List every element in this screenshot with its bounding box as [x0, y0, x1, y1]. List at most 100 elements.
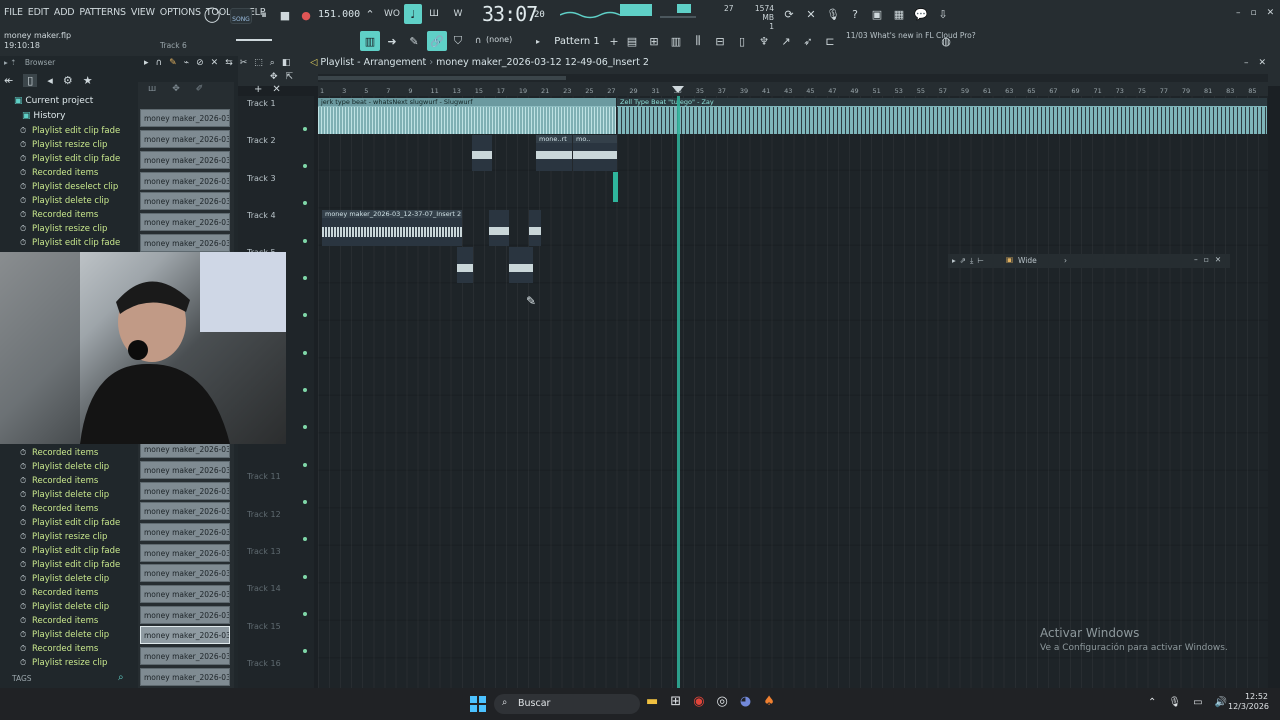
blend-notes-icon[interactable]: Ш — [426, 6, 442, 22]
globe-icon[interactable]: ◍ — [938, 33, 954, 49]
playhead-line[interactable] — [677, 96, 680, 688]
plugin-database-icon[interactable]: ⊟ — [712, 33, 728, 49]
track-label[interactable]: Track 1 — [247, 99, 276, 108]
taskbar-clock[interactable]: 12:52 12/3/2026 — [1228, 692, 1269, 712]
mixer-icon[interactable]: ▦ — [891, 6, 907, 22]
audio-clip-thin[interactable] — [613, 172, 618, 202]
slip-icon[interactable]: ⇆ — [225, 58, 233, 68]
track-label[interactable]: Track 16 — [247, 659, 281, 668]
stamp-icon[interactable]: ⛉ — [450, 33, 466, 49]
link-icon[interactable]: ✕ — [803, 6, 819, 22]
pattern-clip-button[interactable]: money maker_2026-03-... — [140, 585, 230, 603]
add-track-icon[interactable]: + — [254, 84, 262, 95]
history-item[interactable]: Recorded items — [20, 616, 98, 626]
history-item[interactable]: Playlist resize clip — [20, 532, 108, 542]
pattern-clip-button[interactable]: money maker_2026-03-... — [140, 130, 230, 148]
loop-record-icon[interactable]: W — [450, 6, 466, 22]
touch-keyboard-icon[interactable]: ↗ — [778, 33, 794, 49]
piano-roll-icon[interactable]: ▥ — [668, 33, 684, 49]
history-item[interactable]: Playlist resize clip — [20, 140, 108, 150]
scrollbar-thumb[interactable] — [318, 76, 566, 80]
playlist-scrollbar[interactable] — [318, 74, 1268, 82]
pattern-prev-icon[interactable]: ▸ — [530, 33, 546, 49]
audio-clip-small[interactable] — [457, 247, 473, 283]
menu-add[interactable]: ADD — [54, 7, 75, 18]
news-panel[interactable]: 11/03 What's new in FL Cloud Pro? — [846, 31, 976, 41]
history-item[interactable]: Playlist edit clip fade — [20, 560, 120, 570]
history-item[interactable]: Playlist delete clip — [20, 490, 109, 500]
pattern-clip-button[interactable]: money maker_2026-03-... — [140, 461, 230, 479]
delete-icon[interactable]: ⊘ — [196, 58, 204, 68]
save-icon[interactable]: ▣ — [869, 6, 885, 22]
history-item[interactable]: Playlist resize clip — [20, 658, 108, 668]
chrome-icon[interactable]: ◉ — [693, 694, 704, 709]
picker-icon[interactable]: ш — [148, 84, 156, 94]
pattern-clip-button-selected[interactable]: money maker_2026-03-... — [140, 626, 230, 644]
taskbar-search[interactable]: ⌕ Buscar — [494, 694, 640, 714]
pattern-clip-button[interactable]: money maker_2026-03-... — [140, 234, 230, 252]
file-explorer-icon[interactable]: ▬ — [646, 694, 658, 709]
track-mute-led[interactable] — [303, 388, 307, 392]
tree-history[interactable]: ▣ History — [22, 111, 65, 121]
history-item[interactable]: Playlist edit clip fade — [20, 518, 120, 528]
pattern-clip-button[interactable]: money maker_2026-03-... — [140, 564, 230, 582]
pattern-clip-button[interactable]: money maker_2026-03-... — [140, 151, 230, 169]
pattern-clip-button[interactable]: money maker_2026-03-... — [140, 668, 230, 686]
playlist-close-icon[interactable]: ✕ — [1259, 58, 1267, 68]
play-pause-icon[interactable]: ⏸ — [256, 7, 272, 23]
history-item[interactable]: Playlist delete clip — [20, 574, 109, 584]
track-mute-led[interactable] — [303, 649, 307, 653]
tree-current-project[interactable]: ▣ Current project — [14, 96, 93, 106]
magnet-icon[interactable]: ∩ — [470, 33, 486, 49]
pattern-clip-button[interactable]: money maker_2026-03-... — [140, 482, 230, 500]
pencil-small-icon[interactable]: ✐ — [196, 84, 204, 94]
metronome-icon[interactable]: ⌃ — [362, 6, 378, 22]
store-icon[interactable]: ⊞ — [670, 694, 681, 709]
track-mute-led[interactable] — [303, 201, 307, 205]
help-icon[interactable]: ? — [847, 6, 863, 22]
steam-icon[interactable]: ◎ — [717, 694, 728, 709]
history-item[interactable]: Playlist deselect clip — [20, 182, 118, 192]
history-item[interactable]: Playlist delete clip — [20, 630, 109, 640]
track-mute-led[interactable] — [303, 463, 307, 467]
snap-selector[interactable]: (none) — [486, 35, 512, 44]
history-item[interactable]: Playlist delete clip — [20, 462, 109, 472]
audio-clip-small[interactable] — [489, 210, 509, 246]
audio-clip-mone[interactable]: mone..rt — [536, 135, 572, 171]
playhead-marker-icon[interactable] — [672, 86, 684, 94]
stop-icon[interactable]: ■ — [277, 7, 293, 23]
track-label[interactable]: Track 3 — [247, 174, 276, 183]
track-label[interactable]: Track 2 — [247, 136, 276, 145]
history-item[interactable]: Recorded items — [20, 588, 98, 598]
history-item[interactable]: Playlist delete clip — [20, 196, 109, 206]
tray-network-icon[interactable]: ▭ — [1193, 697, 1202, 708]
discord-icon[interactable]: ◕ — [740, 694, 751, 709]
tags-label[interactable]: TAGS — [12, 674, 32, 683]
history-item[interactable]: Playlist edit clip fade — [20, 238, 120, 248]
pattern-clip-button[interactable]: money maker_2026-03-... — [140, 192, 230, 210]
tray-chevron-icon[interactable]: ⌃ — [1148, 697, 1156, 708]
audio-clip-mo[interactable]: mo.. — [573, 135, 617, 171]
link-tool-icon[interactable]: 🔗 — [427, 31, 447, 51]
maximize-icon[interactable]: ▫ — [1251, 8, 1257, 18]
record-icon[interactable]: ● — [298, 7, 314, 23]
channel-rack-icon[interactable]: ⊞ — [646, 33, 662, 49]
tray-mic-icon[interactable]: 🎙 — [1168, 697, 1181, 708]
track-mute-led[interactable] — [303, 575, 307, 579]
horizontal-zoom-icon[interactable]: ✥ — [270, 72, 278, 82]
tempo-display[interactable]: 151.000 — [318, 5, 360, 23]
select-icon[interactable]: ⬚ — [254, 58, 263, 68]
plugin-toolbar-icons[interactable]: ▸⇗⤓⊢ — [952, 256, 988, 266]
track-label[interactable]: Track 15 — [247, 622, 281, 631]
zoom-icon[interactable]: ⌕ — [270, 58, 275, 68]
chat-icon[interactable]: 💬 — [913, 6, 929, 22]
plugin-preset-arrow-icon[interactable]: › — [1064, 256, 1067, 265]
playlist-grid[interactable] — [318, 96, 1268, 688]
minimize-icon[interactable]: – — [1236, 8, 1241, 18]
draw-tool-icon[interactable]: ✎ — [406, 33, 422, 49]
track-mute-led[interactable] — [303, 313, 307, 317]
cart-icon[interactable]: ⊏ — [822, 33, 838, 49]
scroll-icon[interactable]: ⇱ — [286, 72, 294, 82]
pitch-slider[interactable] — [236, 39, 272, 41]
track-mute-led[interactable] — [303, 127, 307, 131]
